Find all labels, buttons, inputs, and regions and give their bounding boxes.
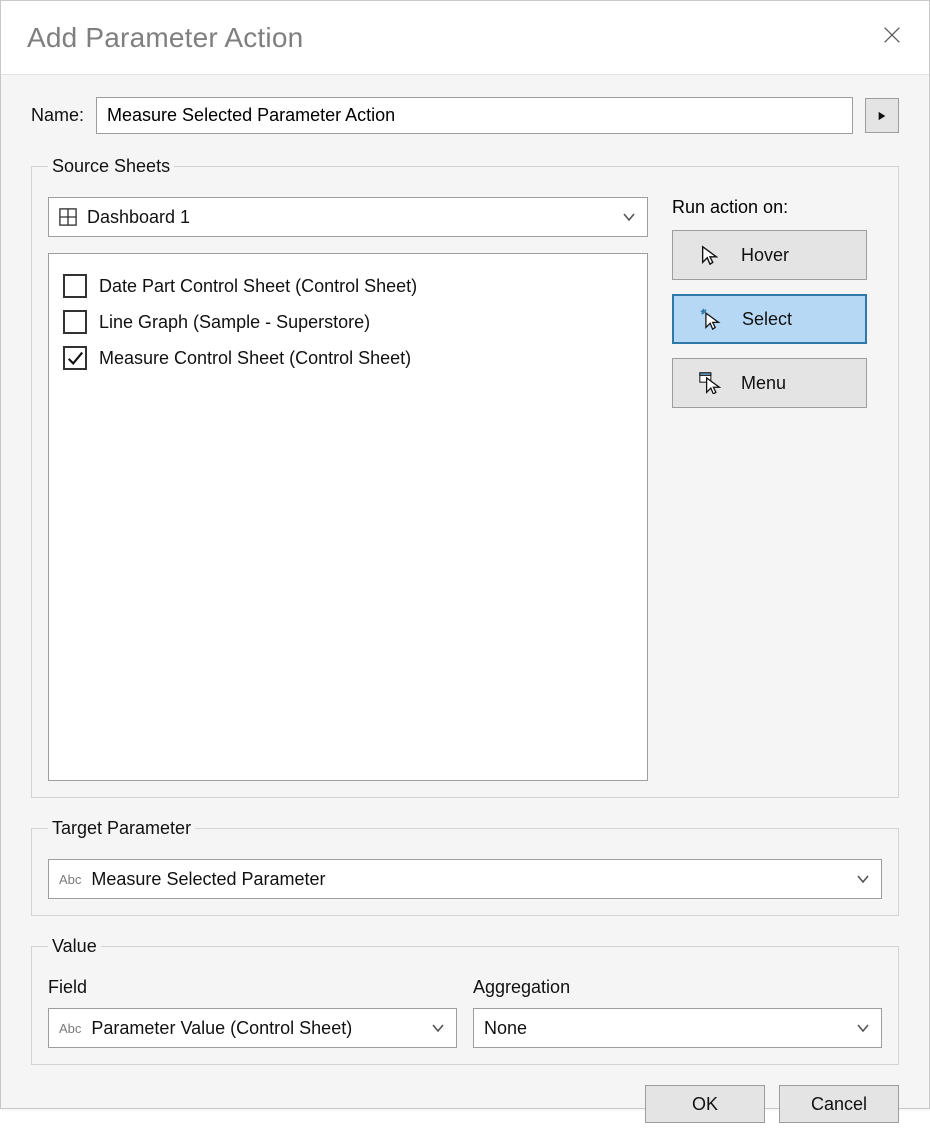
run-on-menu-button[interactable]: Menu — [672, 358, 867, 408]
checkmark-icon — [66, 349, 84, 367]
add-parameter-action-dialog: Add Parameter Action Name: Source Sheets — [0, 0, 930, 1109]
aggregation-dropdown[interactable]: None — [473, 1008, 882, 1048]
close-button[interactable] — [881, 24, 903, 51]
source-sheets-group: Source Sheets Dashboard 1 — [31, 156, 899, 798]
source-sheets-legend: Source Sheets — [48, 156, 174, 177]
chevron-down-icon — [430, 1020, 446, 1036]
value-group: Value Field Abc Parameter Value (Control… — [31, 936, 899, 1065]
title-bar: Add Parameter Action — [1, 1, 929, 75]
name-row: Name: — [31, 97, 899, 134]
cancel-button-label: Cancel — [811, 1094, 867, 1115]
run-on-hover-button[interactable]: Hover — [672, 230, 867, 280]
name-label: Name: — [31, 105, 84, 126]
target-parameter-value: Measure Selected Parameter — [91, 869, 325, 890]
run-on-select-label: Select — [742, 309, 792, 330]
target-parameter-dropdown[interactable]: Abc Measure Selected Parameter — [48, 859, 882, 899]
aggregation-dropdown-value: None — [484, 1018, 527, 1039]
source-sheets-list[interactable]: Date Part Control Sheet (Control Sheet) … — [48, 253, 648, 781]
close-icon — [881, 24, 903, 46]
triangle-right-icon — [877, 110, 887, 122]
dashboard-dropdown[interactable]: Dashboard 1 — [48, 197, 648, 237]
chevron-down-icon — [855, 1020, 871, 1036]
field-label: Field — [48, 977, 457, 998]
chevron-down-icon — [855, 871, 871, 887]
field-dropdown-value: Parameter Value (Control Sheet) — [91, 1018, 352, 1039]
source-sheet-label: Measure Control Sheet (Control Sheet) — [99, 348, 411, 369]
source-sheet-item: Line Graph (Sample - Superstore) — [63, 304, 633, 340]
run-on-select-button[interactable]: Select — [672, 294, 867, 344]
dashboard-dropdown-value: Dashboard 1 — [87, 207, 190, 228]
source-sheet-checkbox[interactable] — [63, 310, 87, 334]
chevron-down-icon — [621, 209, 637, 225]
dashboard-icon — [59, 208, 77, 226]
run-action-on-label: Run action on: — [672, 197, 882, 218]
source-sheet-label: Line Graph (Sample - Superstore) — [99, 312, 370, 333]
source-sheet-checkbox[interactable] — [63, 346, 87, 370]
cursor-menu-icon — [699, 372, 721, 394]
value-legend: Value — [48, 936, 101, 957]
name-menu-button[interactable] — [865, 98, 899, 133]
source-sheet-label: Date Part Control Sheet (Control Sheet) — [99, 276, 417, 297]
field-dropdown[interactable]: Abc Parameter Value (Control Sheet) — [48, 1008, 457, 1048]
abc-type-icon: Abc — [59, 872, 81, 887]
source-sheet-checkbox[interactable] — [63, 274, 87, 298]
name-input[interactable] — [96, 97, 853, 134]
target-parameter-legend: Target Parameter — [48, 818, 195, 839]
dialog-title: Add Parameter Action — [27, 22, 303, 54]
run-on-menu-label: Menu — [741, 373, 786, 394]
source-sheet-item: Measure Control Sheet (Control Sheet) — [63, 340, 633, 376]
cancel-button[interactable]: Cancel — [779, 1085, 899, 1123]
run-on-hover-label: Hover — [741, 245, 789, 266]
dialog-button-row: OK Cancel — [31, 1085, 899, 1123]
ok-button-label: OK — [692, 1094, 718, 1115]
source-sheet-item: Date Part Control Sheet (Control Sheet) — [63, 268, 633, 304]
abc-type-icon: Abc — [59, 1021, 81, 1036]
cursor-hover-icon — [699, 244, 721, 266]
cursor-select-icon — [700, 308, 722, 330]
target-parameter-group: Target Parameter Abc Measure Selected Pa… — [31, 818, 899, 916]
ok-button[interactable]: OK — [645, 1085, 765, 1123]
aggregation-label: Aggregation — [473, 977, 882, 998]
